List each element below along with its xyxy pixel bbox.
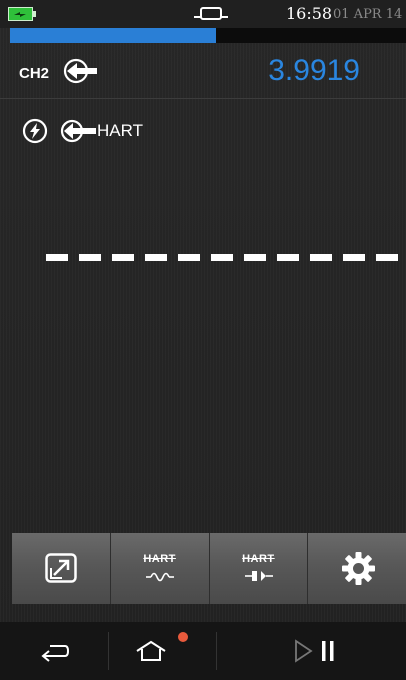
channel-value: 3.9919: [268, 54, 360, 87]
nav-divider: [216, 632, 217, 670]
date: 01 APR 14: [333, 7, 403, 22]
expand-button[interactable]: [12, 533, 111, 604]
device-icon: [194, 7, 228, 20]
hart-plug-label: HART: [242, 553, 275, 565]
expand-icon: [45, 553, 77, 583]
clock: 16:58: [286, 4, 333, 23]
arrow-left-icon: [60, 119, 96, 143]
progress-fill: [10, 28, 216, 43]
hart-wave-label: HART: [143, 553, 176, 565]
hart-wave-button[interactable]: HART: [110, 533, 210, 604]
back-icon[interactable]: [40, 639, 70, 663]
navigation-bar: [0, 622, 406, 680]
lightning-icon: [22, 118, 48, 144]
arrow-left-icon: [63, 58, 97, 84]
gear-icon: [342, 552, 376, 585]
reading-placeholder: [46, 254, 406, 261]
toolbar: HART HART: [12, 533, 406, 604]
status-bar: 16:58 01 APR 14: [0, 0, 406, 28]
channel-row[interactable]: CH2 3.9919: [0, 46, 406, 99]
battery-icon: [8, 7, 36, 21]
nav-divider: [108, 632, 109, 670]
notification-dot: [178, 632, 188, 642]
screen: 16:58 01 APR 14 CH2 3.9919 HART HART HAR…: [0, 0, 406, 680]
hart-wave-icon: [145, 572, 174, 582]
hart-plug-icon: [244, 571, 273, 581]
channel-label: CH2: [19, 65, 50, 82]
hart-plug-button[interactable]: HART: [209, 533, 309, 604]
settings-button[interactable]: [308, 533, 406, 604]
hart-label: HART: [97, 121, 143, 140]
hart-row[interactable]: HART: [0, 112, 406, 148]
play-pause-icon[interactable]: [293, 638, 341, 664]
progress-bar: [10, 28, 406, 43]
home-icon[interactable]: [134, 638, 168, 664]
